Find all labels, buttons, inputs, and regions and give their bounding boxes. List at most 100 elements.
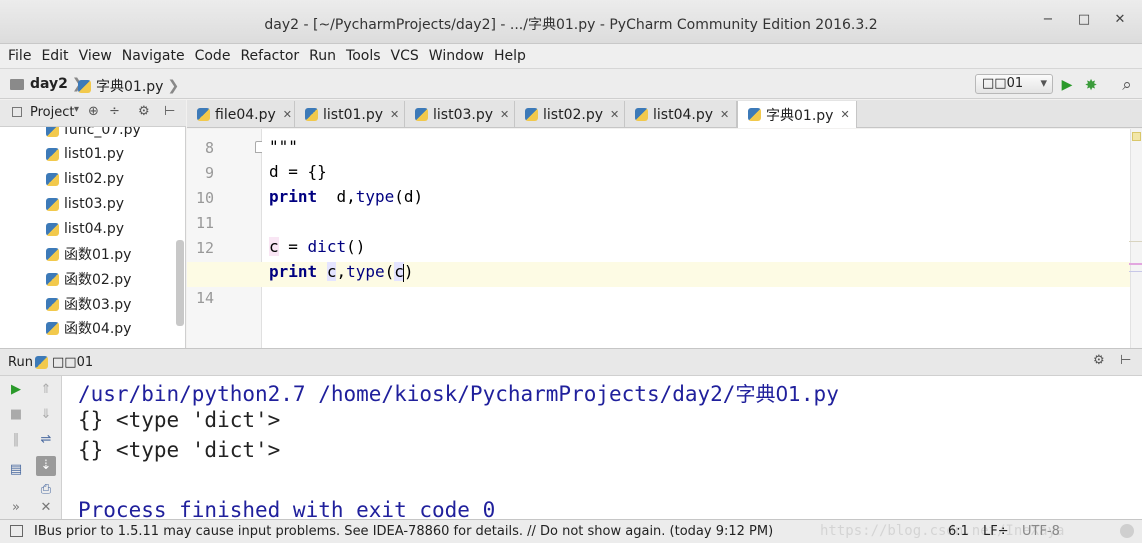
menu-code[interactable]: Code — [195, 48, 231, 64]
code-text: () — [346, 237, 366, 256]
menu-refactor[interactable]: Refactor — [240, 48, 299, 64]
python-file-icon — [46, 172, 59, 186]
close-icon[interactable]: ✕ — [840, 108, 849, 121]
tree-item[interactable]: func_07.py — [46, 127, 141, 141]
python-file-icon — [305, 108, 318, 121]
run-icon[interactable]: ▶ — [1058, 76, 1076, 94]
code-line-13: print c,type(c) — [269, 262, 414, 282]
project-scrollbar[interactable] — [176, 240, 184, 326]
gear-icon[interactable]: ⚙ — [1093, 353, 1105, 368]
hide-panel-icon[interactable]: ⊢ — [164, 104, 175, 119]
tab-list04[interactable]: list04.py ✕ — [625, 101, 737, 128]
scroll-to-end-icon[interactable]: ⇣ — [36, 456, 56, 476]
tree-item[interactable]: 函数02.py — [46, 268, 131, 290]
scroll-marker — [1129, 271, 1142, 272]
breadcrumb-project[interactable]: day2 ❯ — [10, 76, 84, 92]
print-icon[interactable]: ⎙ — [36, 480, 56, 500]
tab-list02[interactable]: list02.py ✕ — [515, 101, 625, 128]
python-file-icon — [197, 108, 210, 121]
debug-icon[interactable]: ✸ — [1082, 76, 1100, 94]
tree-item[interactable]: 函数01.py — [46, 243, 131, 265]
more-icon[interactable]: » — [6, 498, 26, 518]
tab-list01[interactable]: list01.py ✕ — [295, 101, 405, 128]
tree-item-label: list02.py — [64, 171, 124, 187]
menu-bar: File Edit View Navigate Code Refactor Ru… — [0, 44, 1142, 68]
menu-edit[interactable]: Edit — [41, 48, 68, 64]
close-button[interactable]: ✕ — [1112, 12, 1128, 30]
layout-icon[interactable]: ▤ — [6, 460, 26, 480]
tab-zidian01[interactable]: 字典01.py ✕ — [737, 101, 857, 128]
menu-window[interactable]: Window — [429, 48, 484, 64]
folder-icon — [10, 78, 24, 90]
close-icon[interactable]: ✕ — [390, 108, 399, 121]
menu-help[interactable]: Help — [494, 48, 526, 64]
variable-c: c — [326, 262, 337, 281]
status-message[interactable]: IBus prior to 1.5.11 may cause input pro… — [34, 524, 773, 539]
event-log-icon[interactable] — [1120, 524, 1134, 538]
maximize-button[interactable]: □ — [1076, 12, 1092, 30]
run-console[interactable]: /usr/bin/python2.7 /home/kiosk/PycharmPr… — [62, 376, 1142, 519]
builtin-dict: dict — [307, 237, 347, 256]
project-view-select[interactable]: Project — [30, 105, 74, 120]
caret-position[interactable]: 6:1 — [948, 524, 969, 539]
close-icon[interactable]: ✕ — [720, 108, 729, 121]
hide-panel-icon[interactable]: ⊢ — [1120, 353, 1131, 368]
menu-view[interactable]: View — [79, 48, 112, 64]
code-text: = — [278, 237, 308, 256]
locate-icon[interactable]: ⊕ — [88, 104, 99, 119]
line-separator[interactable]: LF÷ — [983, 524, 1009, 539]
close-icon[interactable]: ✕ — [610, 108, 619, 121]
menu-navigate[interactable]: Navigate — [122, 48, 185, 64]
rerun-icon[interactable]: ▶ — [6, 380, 26, 400]
project-panel-header: Project ▾ ⊕ ÷ ⚙ ⊢ — [0, 100, 186, 127]
soft-wrap-icon[interactable]: ⇌ — [36, 430, 56, 450]
tab-label: file04.py — [215, 106, 276, 123]
tree-item[interactable]: list04.py — [46, 218, 124, 240]
inspection-status-icon[interactable] — [1132, 132, 1141, 141]
code-text: , — [336, 262, 347, 281]
run-tab-label[interactable]: □□01 — [52, 355, 93, 370]
tab-label: list01.py — [323, 106, 383, 123]
tree-item-label: 函数02.py — [64, 272, 132, 288]
python-file-icon — [78, 79, 91, 93]
python-file-icon — [525, 108, 538, 121]
python-file-icon — [415, 108, 428, 121]
code-editor[interactable] — [262, 129, 1130, 348]
minimize-button[interactable]: − — [1040, 12, 1056, 30]
tab-list03[interactable]: list03.py ✕ — [405, 101, 515, 128]
close-icon[interactable]: ✕ — [36, 498, 56, 518]
tree-item[interactable]: 函数03.py — [46, 293, 131, 315]
navigation-bar: day2 ❯ 字典01.py ❯ □□01 ▾ ▶ ✸ ⌕ — [0, 68, 1142, 99]
up-arrow-icon[interactable]: ⇑ — [36, 380, 56, 400]
pause-icon[interactable]: ‖ — [6, 430, 26, 450]
menu-run[interactable]: Run — [309, 48, 336, 64]
stop-icon[interactable]: ■ — [6, 405, 26, 425]
gear-icon[interactable]: ⚙ — [138, 104, 150, 119]
down-arrow-icon[interactable]: ⇓ — [36, 405, 56, 425]
menu-file[interactable]: File — [8, 48, 31, 64]
chevron-down-icon: ▾ — [74, 104, 80, 115]
code-line-12: c = dict() — [269, 237, 365, 256]
tool-window-toggle-icon[interactable] — [10, 525, 23, 537]
menu-vcs[interactable]: VCS — [391, 48, 419, 64]
tree-item[interactable]: list03.py — [46, 193, 124, 215]
tree-item[interactable]: list01.py — [46, 143, 124, 165]
tree-item[interactable]: list02.py — [46, 168, 124, 190]
menu-tools[interactable]: Tools — [346, 48, 381, 64]
close-icon[interactable]: ✕ — [500, 108, 509, 121]
file-encoding[interactable]: UTF-8 — [1022, 524, 1060, 539]
editor-scrollbar[interactable] — [1129, 129, 1142, 348]
close-icon[interactable]: ✕ — [283, 108, 292, 121]
python-file-icon — [46, 222, 59, 236]
run-toolbar: ▶ ⇑ ■ ⇓ ‖ ⇌ ▤ ⇣ ⎙ » ✕ — [0, 376, 62, 519]
run-configuration-select[interactable]: □□01 ▾ — [975, 74, 1053, 94]
search-icon[interactable]: ⌕ — [1118, 76, 1136, 94]
collapse-all-icon[interactable]: ÷ — [109, 104, 120, 119]
tab-label: 字典01.py — [766, 107, 834, 124]
run-panel-title: Run — [8, 355, 33, 370]
tree-item[interactable]: 函数04.py — [46, 317, 131, 339]
console-command-file: 字典01 — [735, 382, 801, 406]
breadcrumb-file[interactable]: 字典01.py ❯ — [78, 76, 179, 96]
tab-file04[interactable]: file04.py ✕ — [187, 101, 295, 128]
